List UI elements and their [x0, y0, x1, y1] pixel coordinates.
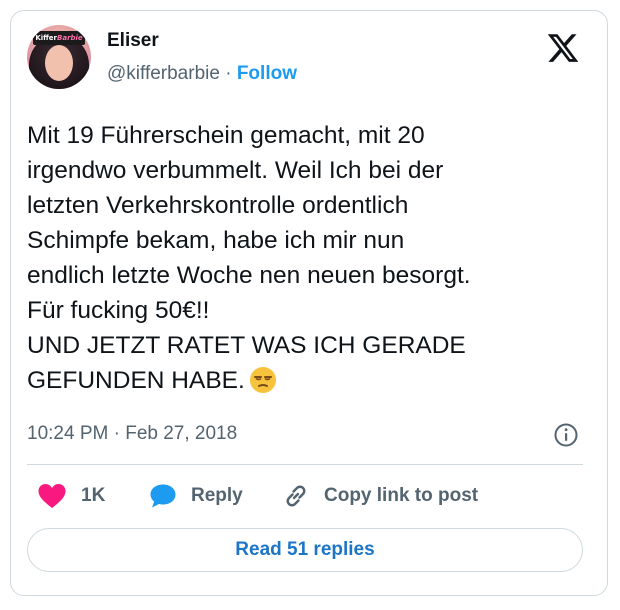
copy-link-label: Copy link to post [324, 485, 479, 506]
tweet-text: Mit 19 Führerschein gemacht, mit 20 irge… [27, 118, 587, 398]
x-logo-icon[interactable] [546, 31, 580, 65]
avatar[interactable]: KifferBarbie [27, 25, 91, 89]
tweet-line: letzten Verkehrskontrolle ordentlich [27, 192, 409, 219]
like-button[interactable]: 1K [37, 482, 105, 510]
tweet-line: GEFUNDEN HABE. [27, 367, 245, 394]
avatar-cap: KifferBarbie [33, 31, 85, 45]
reply-button[interactable]: Reply [149, 482, 243, 510]
info-icon[interactable] [553, 422, 579, 448]
like-count: 1K [81, 485, 106, 506]
divider [27, 464, 583, 465]
tweet-line: Mit 19 Führerschein gemacht, mit 20 [27, 122, 425, 149]
read-replies-button[interactable]: Read 51 replies [27, 528, 583, 572]
follow-button[interactable]: Follow [237, 63, 297, 84]
tweet-timestamp[interactable]: 10:24 PM · Feb 27, 2018 [27, 423, 237, 445]
tweet-line: Für fucking 50€!! [27, 297, 210, 324]
author-handle[interactable]: @kifferbarbie [107, 63, 220, 84]
unamused-face-emoji [249, 367, 276, 393]
copy-link-button[interactable]: Copy link to post [282, 482, 478, 510]
link-icon [286, 485, 306, 507]
tweet-last-line: GEFUNDEN HABE. [27, 363, 587, 398]
tweet-line: Schimpfe bekam, habe ich mir nun [27, 227, 405, 254]
speech-bubble-icon [150, 484, 176, 508]
separator-dot: · [225, 63, 232, 84]
author-handle-row: @kifferbarbie · Follow [107, 63, 297, 85]
avatar-face [45, 45, 73, 81]
author-display-name[interactable]: Eliser [107, 30, 159, 52]
tweet-line: irgendwo verbummelt. Weil Ich bei der [27, 157, 444, 184]
reply-label: Reply [191, 485, 243, 506]
tweet-line: endlich letzte Woche nen neuen besorgt. [27, 262, 471, 289]
heart-icon [38, 484, 66, 508]
tweet-line: UND JETZT RATET WAS ICH GERADE [27, 332, 466, 359]
